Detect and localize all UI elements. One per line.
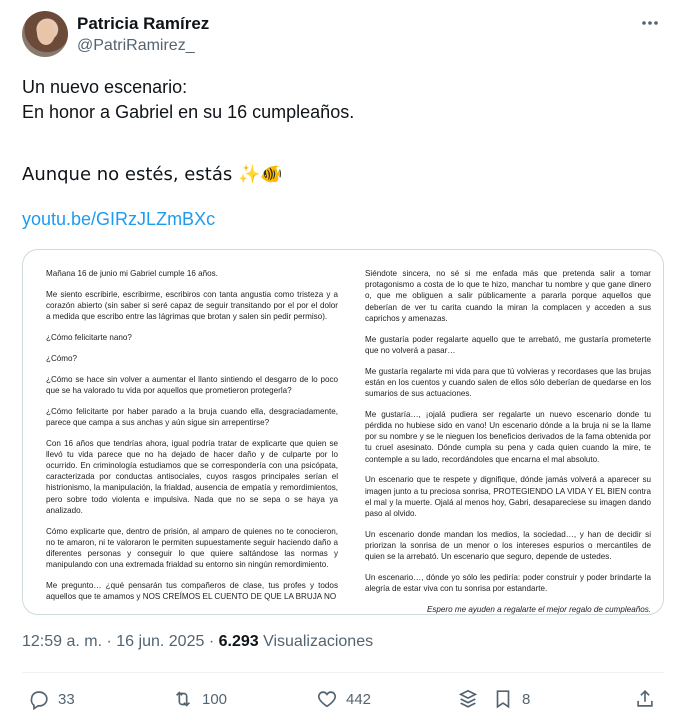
bookmark-icon: [496, 690, 510, 709]
author-name[interactable]: Patricia Ramírez: [77, 14, 209, 34]
doc-paragraph: Con 16 años que tendrías ahora, igual po…: [46, 438, 338, 515]
tweet-line: En honor a Gabriel en su 16 cumpleaños.: [22, 102, 355, 122]
author-handle[interactable]: @PatriRamirez_: [77, 37, 195, 55]
repost-count: 100: [202, 690, 228, 708]
reply-button[interactable]: 33: [28, 684, 75, 714]
doc-paragraph: Me pregunto… ¿qué pensarán tus compañero…: [46, 581, 338, 602]
share-button[interactable]: [634, 684, 656, 714]
doc-paragraph: Un escenario…, dónde yo sólo les pediría…: [365, 573, 651, 594]
reply-icon: [30, 691, 48, 710]
document-column-left: Mañana 16 de junio mi Gabriel cumple 16 …: [46, 268, 338, 612]
tweet-image[interactable]: Mañana 16 de junio mi Gabriel cumple 16 …: [22, 249, 664, 615]
views-label: Visualizaciones: [263, 633, 374, 650]
doc-paragraph: ¿Cómo felicitarte nano?: [46, 333, 132, 342]
doc-paragraph: Un escenario que te respete y dignifique…: [365, 475, 651, 519]
like-count: 442: [346, 690, 372, 708]
avatar[interactable]: [22, 11, 68, 57]
tweet-date[interactable]: 16 jun. 2025: [116, 633, 204, 650]
grok-button[interactable]: [457, 684, 479, 714]
doc-paragraph: Un escenario donde mandan los medios, la…: [365, 529, 651, 562]
tweet-line: [22, 125, 662, 150]
doc-paragraph: Me gustaría…, ¡ojalá pudiera ser regalar…: [365, 409, 651, 464]
doc-paragraph: Mañana 16 de junio mi Gabriel cumple 16 …: [46, 269, 218, 278]
doc-paragraph: Me siento escribirle, escribirme, escrib…: [46, 289, 338, 322]
tweet-header: Patricia Ramírez @PatriRamirez_: [22, 11, 672, 59]
like-button[interactable]: 442: [316, 684, 371, 714]
doc-paragraph: ¿Cómo felicitarte por haber parado a la …: [46, 406, 338, 427]
grok-icon: [458, 689, 478, 708]
tweet-meta: 12:59 a. m. · 16 jun. 2025 · 6.293 Visua…: [22, 633, 373, 651]
tweet-time[interactable]: 12:59 a. m.: [22, 633, 102, 650]
doc-closing: Espero me ayuden a regalarte el mejor re…: [426, 605, 651, 615]
more-icon[interactable]: [640, 13, 660, 38]
share-icon: [637, 690, 653, 707]
doc-paragraph: Siéndote sincera, no sé si me enfada más…: [365, 269, 651, 323]
repost-button[interactable]: 100: [172, 684, 227, 714]
document-column-right: Siéndote sincera, no sé si me enfada más…: [365, 268, 651, 615]
action-bar: 33 100 442 8: [22, 684, 664, 714]
tweet-line: Aunque no estés, estás ✨🐠: [22, 164, 283, 185]
doc-paragraph: Cómo explicarte que, dentro de prisión, …: [46, 526, 338, 570]
doc-paragraph: ¿Cómo se hace sin volver a aumentar el l…: [46, 374, 338, 395]
tweet-text: Un nuevo escenario: En honor a Gabriel en…: [22, 75, 662, 187]
tweet-link[interactable]: youtu.be/GIRzJLZmBXc: [22, 209, 215, 230]
meta-separator: ·: [208, 633, 215, 650]
doc-paragraph: Me gustaría regalarte mi vida para que t…: [365, 366, 651, 399]
repost-icon: [175, 691, 191, 707]
tweet-line: Un nuevo escenario:: [22, 77, 188, 97]
reply-count: 33: [58, 690, 75, 708]
meta-separator: ·: [106, 633, 112, 650]
doc-paragraph: ¿Cómo?: [46, 353, 78, 363]
views-count: 6.293: [218, 633, 259, 650]
bookmark-count: 8: [522, 690, 531, 708]
bookmark-button[interactable]: 8: [492, 684, 530, 714]
doc-paragraph: Me gustaría poder regalarte aquello que …: [365, 334, 651, 355]
like-icon: [317, 691, 337, 708]
divider: [22, 672, 664, 673]
